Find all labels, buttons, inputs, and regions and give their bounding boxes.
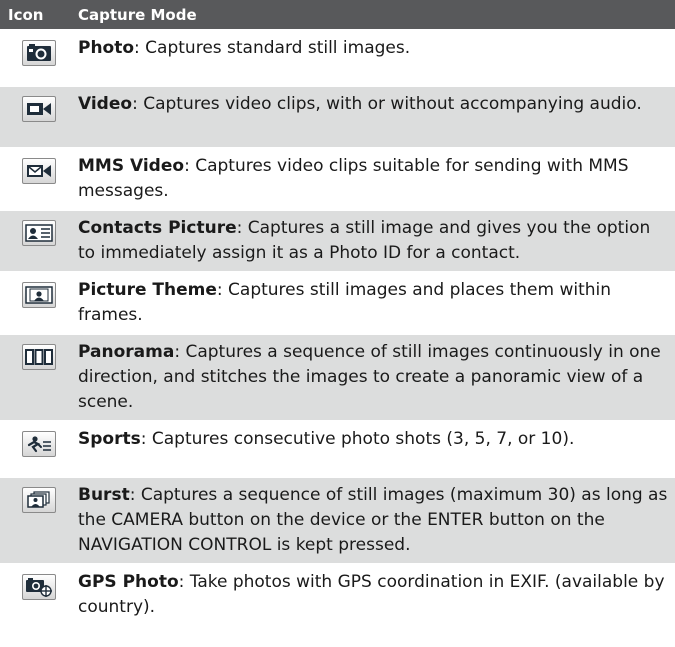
table-row: Sports: Captures consecutive photo shots… — [0, 420, 675, 476]
table-row: Video: Captures video clips, with or wit… — [0, 85, 675, 147]
table-row: Picture Theme: Captures still images and… — [0, 271, 675, 333]
table-row: Burst: Captures a sequence of still imag… — [0, 476, 675, 563]
mode-name: Sports — [78, 429, 141, 449]
mode-name: Contacts Picture — [78, 218, 237, 238]
mode-desc: : Captures standard still images. — [134, 38, 411, 58]
header-icon-column: Icon — [8, 5, 44, 24]
table-row: Panorama: Captures a sequence of still i… — [0, 333, 675, 420]
mode-desc: : Captures a sequence of still images (m… — [78, 485, 668, 555]
capture-mode-table: Icon Capture Mode Photo: Captures standa… — [0, 0, 675, 625]
mode-description: Photo: Captures standard still images. — [78, 31, 675, 85]
mode-name: Photo — [78, 38, 135, 58]
mode-desc: : Captures video clips, with or without … — [132, 94, 642, 114]
sports-icon — [22, 431, 56, 457]
mms-video-icon — [22, 158, 56, 184]
icon-cell — [0, 422, 78, 476]
mode-description: Burst: Captures a sequence of still imag… — [78, 478, 675, 563]
icon-cell — [0, 149, 78, 209]
mode-name: Video — [78, 94, 133, 114]
video-camera-icon — [22, 96, 56, 122]
burst-icon — [22, 487, 56, 513]
table-header: Icon Capture Mode — [0, 0, 675, 29]
icon-cell — [0, 273, 78, 333]
mode-name: Panorama — [78, 342, 175, 362]
icon-cell — [0, 31, 78, 85]
table-row: Photo: Captures standard still images. — [0, 29, 675, 85]
mode-name: Burst — [78, 485, 130, 505]
mode-name: MMS Video — [78, 156, 185, 176]
icon-cell — [0, 335, 78, 420]
mode-description: GPS Photo: Take photos with GPS coordina… — [78, 565, 675, 625]
table-row: GPS Photo: Take photos with GPS coordina… — [0, 563, 675, 625]
mode-description: Contacts Picture: Captures a still image… — [78, 211, 675, 271]
mode-name: GPS Photo — [78, 572, 179, 592]
contact-card-icon — [22, 220, 56, 246]
mode-description: MMS Video: Captures video clips suitable… — [78, 149, 675, 209]
panorama-icon — [22, 344, 56, 370]
icon-cell — [0, 211, 78, 271]
icon-cell — [0, 87, 78, 147]
table-row: MMS Video: Captures video clips suitable… — [0, 147, 675, 209]
picture-frame-icon — [22, 282, 56, 308]
mode-desc: : Captures consecutive photo shots (3, 5… — [140, 429, 575, 449]
gps-photo-icon — [22, 574, 56, 600]
mode-description: Picture Theme: Captures still images and… — [78, 273, 675, 333]
mode-name: Picture Theme — [78, 280, 217, 300]
mode-description: Video: Captures video clips, with or wit… — [78, 87, 675, 147]
header-capture-mode-column: Capture Mode — [78, 5, 197, 24]
mode-description: Sports: Captures consecutive photo shots… — [78, 422, 675, 476]
icon-cell — [0, 565, 78, 625]
icon-cell — [0, 478, 78, 563]
mode-description: Panorama: Captures a sequence of still i… — [78, 335, 675, 420]
camera-icon — [22, 40, 56, 66]
table-row: Contacts Picture: Captures a still image… — [0, 209, 675, 271]
